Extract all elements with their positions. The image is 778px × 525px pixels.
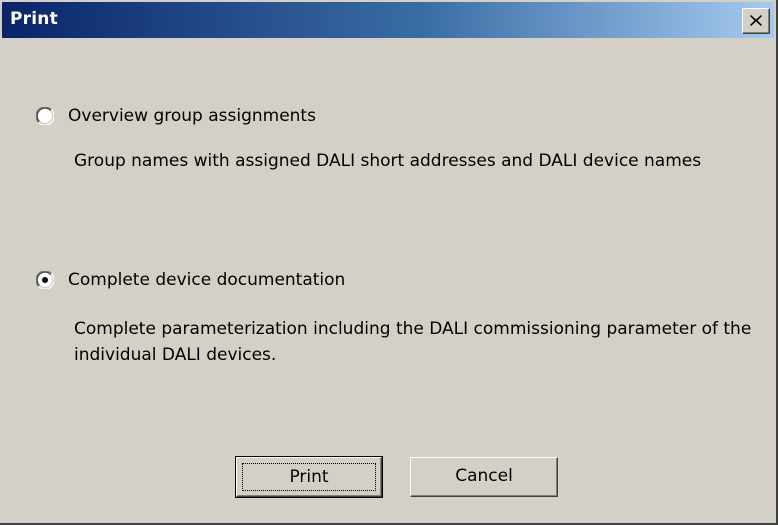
title-bar[interactable]: Print (2, 2, 774, 42)
print-button[interactable]: Print (235, 456, 383, 498)
print-button-label: Print (242, 463, 376, 491)
radio-dot (42, 277, 48, 283)
cancel-button[interactable]: Cancel (410, 457, 558, 497)
radio-button-unselected[interactable] (36, 107, 54, 125)
option-complete-label: Complete device documentation (68, 270, 346, 290)
option-overview-description: Group names with assigned DALI short add… (74, 151, 702, 171)
window-title: Print (10, 9, 58, 29)
radio-complete-device-documentation[interactable]: Complete device documentation (36, 270, 345, 290)
close-icon (750, 15, 762, 26)
print-dialog: Print Overview group assignments Group n… (0, 0, 778, 525)
radio-overview-group-assignments[interactable]: Overview group assignments (36, 106, 316, 126)
radio-button-selected[interactable] (36, 271, 54, 289)
option-complete-description: Complete parameterization including the … (74, 319, 752, 365)
option-overview-label: Overview group assignments (68, 106, 316, 126)
close-button[interactable] (742, 8, 770, 34)
